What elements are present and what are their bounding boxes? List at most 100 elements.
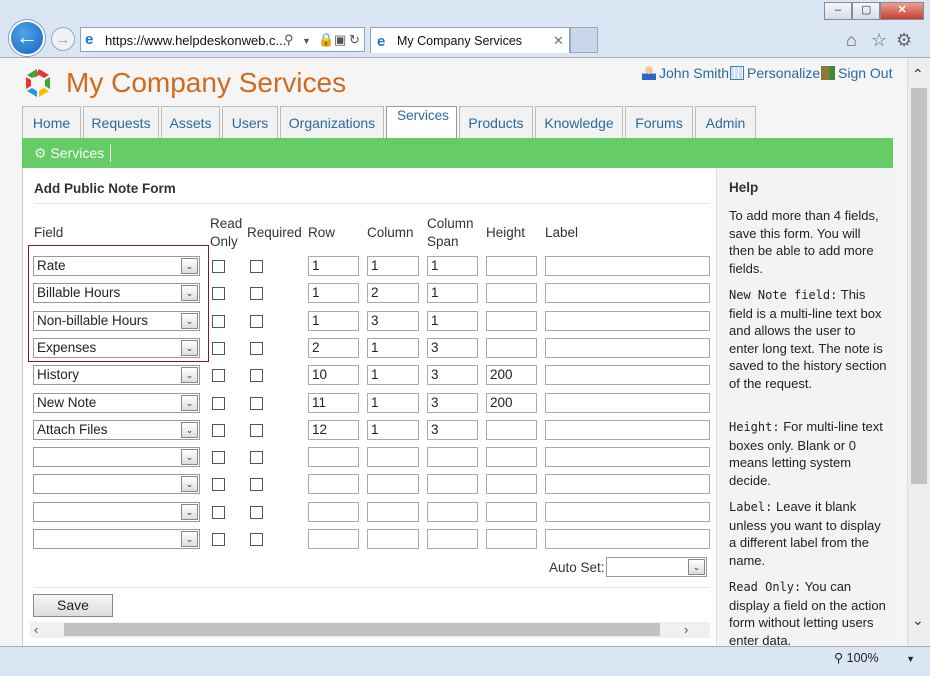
label-input[interactable] — [545, 283, 710, 303]
label-input[interactable] — [545, 256, 710, 276]
column-input[interactable]: 2 — [367, 283, 419, 303]
required-checkbox[interactable] — [250, 533, 263, 546]
star-icon[interactable]: ☆ — [871, 30, 887, 51]
required-checkbox[interactable] — [250, 315, 263, 328]
height-input[interactable] — [486, 311, 537, 331]
field-select[interactable]: ⌄ — [33, 502, 200, 522]
column-input[interactable] — [367, 474, 419, 494]
field-select[interactable]: History ⌄ — [33, 365, 200, 385]
field-select[interactable]: ⌄ — [33, 447, 200, 467]
column-input[interactable] — [367, 447, 419, 467]
browser-tab[interactable]: e My Company Services ✕ — [370, 27, 570, 53]
read-only-checkbox[interactable] — [212, 478, 225, 491]
column-input[interactable]: 1 — [367, 393, 419, 413]
scroll-left-icon[interactable]: ‹ — [34, 622, 38, 637]
label-input[interactable] — [545, 502, 710, 522]
dropdown-icon[interactable]: ▼ — [302, 36, 311, 46]
label-input[interactable] — [545, 420, 710, 440]
tab-assets[interactable]: Assets — [161, 106, 220, 138]
row-input[interactable]: 10 — [308, 365, 359, 385]
label-input[interactable] — [545, 338, 710, 358]
column-input[interactable]: 1 — [367, 338, 419, 358]
field-select[interactable]: ⌄ — [33, 529, 200, 549]
height-input[interactable] — [486, 256, 537, 276]
column-input[interactable]: 1 — [367, 256, 419, 276]
required-checkbox[interactable] — [250, 369, 263, 382]
column-span-input[interactable] — [427, 474, 478, 494]
label-input[interactable] — [545, 365, 710, 385]
tab-knowledge[interactable]: Knowledge — [535, 106, 623, 138]
column-span-input[interactable] — [427, 447, 478, 467]
row-input[interactable]: 1 — [308, 256, 359, 276]
auto-set-select[interactable]: ⌄ — [606, 557, 707, 577]
read-only-checkbox[interactable] — [212, 315, 225, 328]
column-input[interactable] — [367, 502, 419, 522]
height-input[interactable] — [486, 447, 537, 467]
personalize-link[interactable]: Personalize — [730, 65, 820, 81]
back-icon[interactable]: ← — [9, 20, 45, 56]
minimize-button[interactable]: – — [824, 2, 853, 20]
column-span-input[interactable]: 3 — [427, 365, 478, 385]
read-only-checkbox[interactable] — [212, 533, 225, 546]
row-input[interactable]: 1 — [308, 283, 359, 303]
tab-products[interactable]: Products — [459, 106, 533, 138]
tab-home[interactable]: Home — [22, 106, 81, 138]
save-button[interactable]: Save — [33, 594, 113, 617]
tab-organizations[interactable]: Organizations — [280, 106, 384, 138]
row-input[interactable]: 2 — [308, 338, 359, 358]
column-span-input[interactable]: 1 — [427, 311, 478, 331]
user-link[interactable]: John Smith — [642, 65, 729, 81]
column-span-input[interactable] — [427, 502, 478, 522]
column-input[interactable]: 1 — [367, 365, 419, 385]
required-checkbox[interactable] — [250, 342, 263, 355]
row-input[interactable] — [308, 474, 359, 494]
column-input[interactable]: 3 — [367, 311, 419, 331]
read-only-checkbox[interactable] — [212, 287, 225, 300]
label-input[interactable] — [545, 474, 710, 494]
compat-icon[interactable]: ▣ — [334, 32, 346, 48]
field-select[interactable]: New Note ⌄ — [33, 393, 200, 413]
read-only-checkbox[interactable] — [212, 451, 225, 464]
column-input[interactable]: 1 — [367, 420, 419, 440]
read-only-checkbox[interactable] — [212, 424, 225, 437]
signout-link[interactable]: Sign Out — [821, 65, 892, 81]
column-span-input[interactable] — [427, 529, 478, 549]
tab-forums[interactable]: Forums — [625, 106, 693, 138]
zoom-control[interactable]: ⚲ 100% ▼ — [834, 650, 915, 665]
height-input[interactable] — [486, 420, 537, 440]
height-input[interactable]: 200 — [486, 393, 537, 413]
required-checkbox[interactable] — [250, 397, 263, 410]
home-icon[interactable]: ⌂ — [846, 30, 857, 51]
row-input[interactable] — [308, 447, 359, 467]
height-input[interactable]: 200 — [486, 365, 537, 385]
vertical-scrollbar[interactable]: ⌃ ⌄ — [907, 58, 930, 646]
address-bar[interactable]: e https://www.helpdeskonweb.c... ⚲ ▼ 🔒 ▣… — [80, 27, 365, 52]
column-span-input[interactable]: 3 — [427, 338, 478, 358]
required-checkbox[interactable] — [250, 424, 263, 437]
row-input[interactable] — [308, 502, 359, 522]
height-input[interactable] — [486, 283, 537, 303]
read-only-checkbox[interactable] — [212, 369, 225, 382]
required-checkbox[interactable] — [250, 451, 263, 464]
field-select[interactable]: Attach Files ⌄ — [33, 420, 200, 440]
close-window-button[interactable]: ✕ — [880, 2, 924, 20]
tab-services[interactable]: Services — [386, 106, 457, 139]
maximize-button[interactable]: ▢ — [852, 2, 881, 20]
search-icon[interactable]: ⚲ — [284, 32, 294, 48]
tab-admin[interactable]: Admin — [695, 106, 756, 138]
label-input[interactable] — [545, 393, 710, 413]
label-input[interactable] — [545, 529, 710, 549]
read-only-checkbox[interactable] — [212, 397, 225, 410]
height-input[interactable] — [486, 474, 537, 494]
required-checkbox[interactable] — [250, 287, 263, 300]
horizontal-scroll-thumb[interactable] — [64, 623, 660, 636]
new-tab-button[interactable] — [570, 27, 598, 53]
read-only-checkbox[interactable] — [212, 506, 225, 519]
required-checkbox[interactable] — [250, 478, 263, 491]
column-input[interactable] — [367, 529, 419, 549]
required-checkbox[interactable] — [250, 260, 263, 273]
scroll-right-icon[interactable]: › — [684, 622, 688, 637]
tab-users[interactable]: Users — [222, 106, 278, 138]
required-checkbox[interactable] — [250, 506, 263, 519]
column-span-input[interactable]: 1 — [427, 283, 478, 303]
